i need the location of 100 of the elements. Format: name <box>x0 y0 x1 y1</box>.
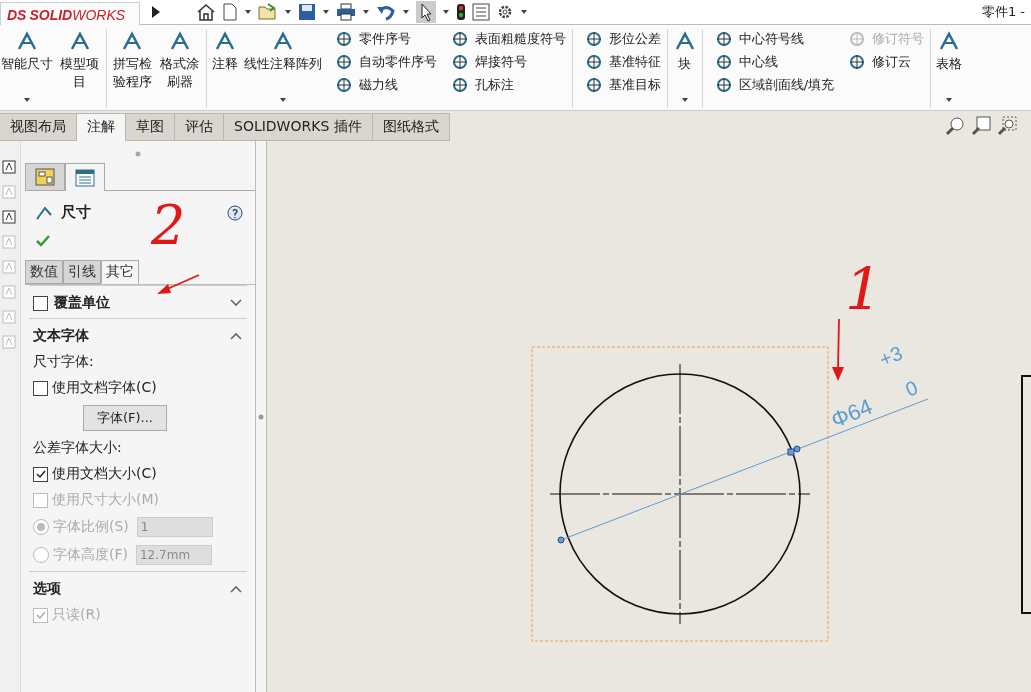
splitter-handle-icon[interactable] <box>258 413 264 420</box>
window-title: 零件1 - <box>981 3 1025 21</box>
ribbon-tool-button[interactable]: 中心线 <box>712 52 837 72</box>
tool-icon <box>714 76 733 94</box>
tool-icon <box>584 76 603 94</box>
annotation-arrow <box>832 318 844 381</box>
caret-icon[interactable] <box>244 9 252 15</box>
ribbon-tool-button[interactable]: 注释 <box>210 29 239 108</box>
tool-icon <box>584 53 603 71</box>
ribbon-tool-button[interactable]: 基准特征 <box>582 52 663 72</box>
caret-icon[interactable] <box>680 97 689 103</box>
caret-icon[interactable] <box>442 9 450 15</box>
ribbon-tool-button[interactable]: 基准目标 <box>582 75 663 95</box>
ribbon-tool-button[interactable]: 表面粗糙度符号 <box>448 29 568 49</box>
panel-title: 尺寸 <box>61 203 91 222</box>
ribbon-tool-button[interactable]: 拼写检验程序 <box>110 29 155 108</box>
ribbon-tool-button[interactable]: 孔标注 <box>448 75 568 95</box>
resize-grip-icon[interactable] <box>135 151 141 157</box>
select-pointer-icon[interactable] <box>416 1 436 23</box>
caret-icon[interactable] <box>945 97 954 103</box>
property-list-icon <box>75 168 95 187</box>
collapse-chevron-icon[interactable] <box>229 331 243 341</box>
tool-icon <box>450 76 469 94</box>
section-title: 覆盖单位 <box>54 294 110 312</box>
panel-tab[interactable]: 其它 <box>101 260 139 284</box>
ribbon-tool-button[interactable]: 零件序号 <box>332 29 439 49</box>
field-label: 尺寸字体: <box>33 353 95 371</box>
ribbon-tool-button[interactable]: 块 <box>671 29 698 108</box>
ribbon-tool-button[interactable]: 格式涂刷器 <box>158 29 202 108</box>
zoom-to-fit-icon[interactable] <box>971 116 991 136</box>
zoom-area-icon[interactable] <box>997 116 1017 136</box>
expand-chevron-icon[interactable] <box>229 298 243 308</box>
ribbon-tool-button[interactable]: 中心符号线 <box>712 29 837 49</box>
annotation-tool-icon[interactable] <box>2 209 18 225</box>
panel-tab[interactable]: 引线 <box>63 260 101 284</box>
handle-dot[interactable] <box>793 445 801 453</box>
solidworks-logo[interactable]: DS SOLIDWORKS <box>0 2 140 28</box>
ribbon-tool-button[interactable]: 形位公差 <box>582 29 663 49</box>
ribbon-tool-button[interactable]: 区域剖面线/填充 <box>712 75 837 95</box>
ribbon-tool-button[interactable]: 线性注释阵列 <box>242 29 323 108</box>
caret-icon[interactable] <box>362 9 370 15</box>
panel-tab[interactable]: 数值 <box>25 260 63 284</box>
ribbon-tool-button[interactable]: 修订云 <box>846 52 927 72</box>
font-button[interactable]: 字体(F)... <box>83 405 167 431</box>
tool-icon <box>334 30 353 48</box>
tool-icon <box>334 53 353 71</box>
ribbon-tool-button[interactable]: 表格 <box>935 29 964 108</box>
tool-icon <box>714 30 733 48</box>
home-icon[interactable] <box>196 3 216 21</box>
checkbox[interactable] <box>33 295 48 311</box>
dimension-value: Φ64 <box>827 393 876 433</box>
caret-icon[interactable] <box>520 9 528 15</box>
list-icon[interactable] <box>472 3 490 21</box>
print-icon[interactable] <box>336 3 356 21</box>
ribbon-tab[interactable]: 注解 <box>77 113 126 141</box>
collapse-chevron-icon[interactable] <box>229 584 243 594</box>
caret-icon[interactable] <box>284 9 292 15</box>
handle-square[interactable] <box>787 448 795 456</box>
checkbox-option[interactable]: 使用文档字体(C) <box>33 379 243 397</box>
caret-icon[interactable] <box>402 9 410 15</box>
undo-icon[interactable] <box>376 3 396 21</box>
save-icon[interactable] <box>298 3 316 21</box>
upper-tolerance: +3 <box>876 341 906 371</box>
help-icon[interactable] <box>227 204 243 221</box>
ribbon-tool-button[interactable]: 自动零件序号 <box>332 52 439 72</box>
ribbon-tool-button[interactable]: 模型项目 <box>58 29 102 108</box>
ribbon-tool-button[interactable]: 磁力线 <box>332 75 439 95</box>
zoom-icon[interactable] <box>945 116 965 136</box>
tool-icon <box>714 53 733 71</box>
feature-tree-icon <box>35 168 55 186</box>
checkmark-icon <box>34 468 47 480</box>
ok-check-icon[interactable] <box>35 234 51 248</box>
section-title: 选项 <box>33 580 61 598</box>
ribbon-tool-button[interactable]: 智能尺寸 <box>0 29 54 108</box>
traffic-light-icon[interactable] <box>456 3 466 21</box>
checkbox-option[interactable]: 使用文档大小(C) <box>33 465 243 483</box>
field-label: 公差字体大小: <box>33 439 123 457</box>
section-title: 文本字体 <box>33 327 89 345</box>
expand-arrow-icon[interactable] <box>150 4 162 20</box>
handle-dot[interactable] <box>557 536 565 544</box>
lower-tolerance: 0 <box>902 376 921 401</box>
open-folder-icon[interactable] <box>258 3 278 21</box>
ribbon-tab[interactable]: SOLIDWORKS 插件 <box>224 113 373 141</box>
settings-icon[interactable] <box>496 3 514 21</box>
ribbon-tab[interactable]: 评估 <box>175 113 224 141</box>
ribbon-tool-button[interactable]: 焊接符号 <box>448 52 568 72</box>
handwritten-number: 2 <box>151 199 186 253</box>
caret-icon[interactable] <box>322 9 330 15</box>
ribbon-tab[interactable]: 草图 <box>126 113 175 141</box>
handwritten-number: 1 <box>845 255 882 323</box>
panel-view-tab[interactable] <box>65 163 105 191</box>
caret-icon[interactable] <box>278 97 287 103</box>
caret-icon[interactable] <box>23 97 31 103</box>
checkmark-icon <box>34 609 47 621</box>
annotation-arrow <box>155 273 201 297</box>
annotation-tool-icon[interactable] <box>2 159 18 175</box>
new-document-icon[interactable] <box>222 3 238 21</box>
ribbon-tab[interactable]: 图纸格式 <box>372 113 450 141</box>
tool-icon <box>848 53 867 71</box>
ribbon-tab[interactable]: 视图布局 <box>0 113 77 141</box>
